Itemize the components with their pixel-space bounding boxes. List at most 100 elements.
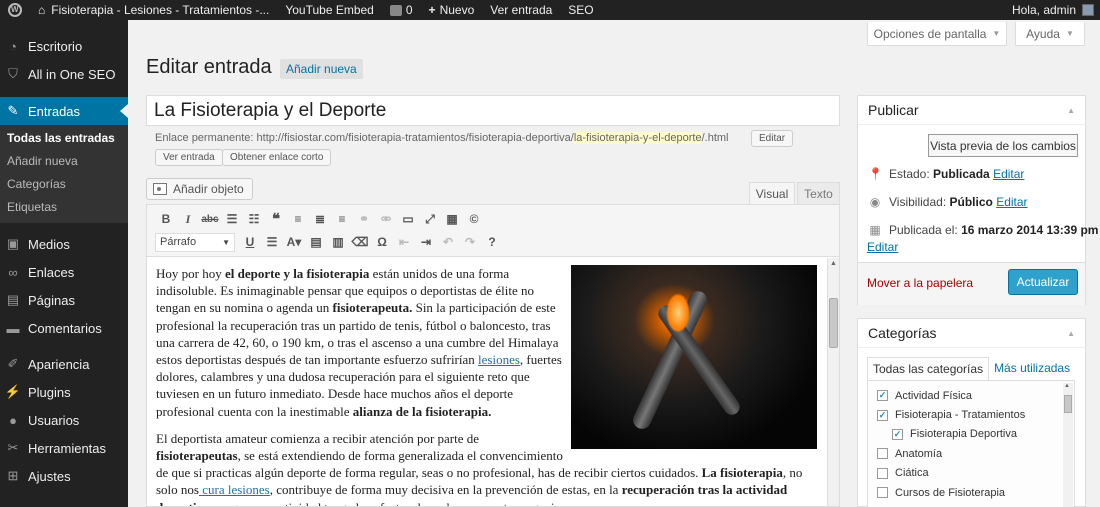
post-content[interactable]: Hoy por hoy el deporte y la fisioterapia… — [147, 258, 827, 506]
sidebar-item-enlaces[interactable]: ∞ Enlaces — [0, 258, 128, 286]
submenu-categorias[interactable]: Categorías — [0, 173, 128, 196]
special-character-icon[interactable]: Ω — [371, 232, 393, 252]
editor-scroll-thumb[interactable] — [829, 298, 838, 348]
sidebar-item-paginas[interactable]: ▤ Páginas — [0, 286, 128, 314]
add-new-button[interactable]: Añadir nueva — [280, 59, 363, 79]
submenu-etiquetas[interactable]: Etiquetas — [0, 196, 128, 219]
edit-date-link[interactable]: Editar — [867, 240, 898, 254]
strikethrough-icon[interactable]: abc — [199, 209, 221, 229]
text-color-icon[interactable]: A▾ — [283, 232, 305, 252]
comments-link[interactable]: 0 — [382, 0, 421, 20]
youtube-embed-link[interactable]: YouTube Embed — [277, 0, 382, 20]
sidebar-item-escritorio[interactable]: ◔ Escritorio — [0, 32, 128, 60]
category-checkbox[interactable] — [877, 467, 888, 479]
post-title-input[interactable]: La Fisioterapia y el Deporte — [146, 95, 840, 126]
align-center-icon[interactable]: ≣ — [309, 209, 331, 229]
plugin-c-icon[interactable]: © — [463, 209, 485, 229]
underline-icon[interactable]: U — [239, 232, 261, 252]
category-checkbox[interactable] — [877, 487, 888, 499]
collapse-arrow-icon[interactable]: ▲ — [1067, 329, 1075, 338]
content-link[interactable]: cura lesiones — [199, 482, 270, 497]
paste-word-icon[interactable]: ▥ — [327, 232, 349, 252]
permalink-slug[interactable]: la-fisioterapia-y-el-deporte — [573, 132, 702, 144]
justify-icon[interactable]: ☰ — [261, 232, 283, 252]
sidebar-item-seo[interactable]: ⛉ All in One SEO — [0, 60, 128, 88]
edit-status-link[interactable]: Editar — [993, 167, 1024, 181]
submenu-anadir-nueva[interactable]: Añadir nueva — [0, 150, 128, 173]
help-icon[interactable]: ? — [481, 232, 503, 252]
sidebar-item-herramientas[interactable]: ✂ Herramientas — [0, 434, 128, 462]
sidebar-item-usuarios[interactable]: ● Usuarios — [0, 406, 128, 434]
category-item[interactable]: ✓ Fisioterapia - Tratamientos — [877, 405, 1074, 424]
bullet-list-icon[interactable]: ☰ — [221, 209, 243, 229]
sidebar-item-medios[interactable]: ▣ Medios — [0, 230, 128, 258]
tab-all-categories[interactable]: Todas las categorías — [867, 357, 990, 381]
align-left-icon[interactable]: ≡ — [287, 209, 309, 229]
entradas-submenu: Todas las entradas Añadir nueva Categorí… — [0, 125, 128, 223]
screen-options-button[interactable]: Opciones de pantalla ▼ — [867, 22, 1007, 46]
sidebar-item-ajustes[interactable]: ⊞ Ajustes — [0, 462, 128, 490]
get-shortlink-button[interactable]: Obtener enlace corto — [222, 149, 332, 166]
category-checkbox[interactable]: ✓ — [877, 390, 888, 402]
category-checklist: ✓ Actividad Física ✓ Fisioterapia - Tratami… — [867, 380, 1075, 507]
site-name-link[interactable]: ⌂ Fisioterapia - Lesiones - Tratamientos … — [30, 0, 277, 20]
sidebar-item-apariencia[interactable]: ✐ Apariencia — [0, 350, 128, 378]
redo-icon[interactable]: ↷ — [459, 232, 481, 252]
submenu-todas-entradas[interactable]: Todas las entradas — [0, 127, 128, 150]
paste-text-icon[interactable]: ▤ — [305, 232, 327, 252]
category-label: Cursos de Fisioterapia — [895, 486, 1006, 499]
help-button[interactable]: Ayuda ▼ — [1015, 22, 1085, 46]
publish-box-header[interactable]: Publicar ▲ — [858, 96, 1085, 125]
move-to-trash-link[interactable]: Mover a la papelera — [867, 276, 973, 290]
view-post-link[interactable]: Ver entrada — [482, 0, 560, 20]
read-more-icon[interactable]: ▭ — [397, 209, 419, 229]
edit-visibility-link[interactable]: Editar — [996, 195, 1027, 209]
seo-menu[interactable]: SEO — [560, 0, 601, 20]
edit-slug-button[interactable]: Editar — [751, 130, 794, 147]
tab-most-used[interactable]: Más utilizadas — [989, 357, 1075, 381]
bold-icon[interactable]: B — [155, 209, 177, 229]
blockquote-icon[interactable]: ❝ — [265, 209, 287, 229]
sidebar-item-entradas[interactable]: ✎ Entradas — [0, 97, 128, 125]
category-item[interactable]: Cursos de Fisioterapia — [877, 483, 1074, 502]
view-post-button[interactable]: Ver entrada — [155, 149, 223, 166]
fullscreen-icon[interactable]: ⤢ — [419, 209, 441, 229]
category-item[interactable]: ✓ Actividad Física — [877, 386, 1074, 405]
collapse-arrow-icon[interactable]: ▲ — [1067, 106, 1075, 115]
add-media-button[interactable]: Añadir objeto — [146, 178, 253, 200]
category-item[interactable]: Ciática — [877, 464, 1074, 483]
new-content-menu[interactable]: + Nuevo — [421, 0, 483, 20]
tab-visual[interactable]: Visual — [749, 182, 795, 204]
editor-scrollbar[interactable]: ▲ — [827, 258, 839, 506]
tab-text[interactable]: Texto — [797, 182, 840, 204]
kitchen-sink-icon[interactable]: ▦ — [441, 209, 463, 229]
account-menu[interactable]: Hola, admin — [1012, 3, 1100, 17]
outdent-icon[interactable]: ⇤ — [393, 232, 415, 252]
align-right-icon[interactable]: ≡ — [331, 209, 353, 229]
category-checkbox[interactable]: ✓ — [877, 409, 888, 421]
category-scroll-thumb[interactable] — [1064, 395, 1072, 413]
sidebar-item-comentarios[interactable]: ▬ Comentarios — [0, 314, 128, 342]
format-select[interactable]: Párrafo ▼ — [155, 232, 235, 252]
category-checkbox[interactable] — [877, 448, 888, 460]
preview-changes-button[interactable]: Vista previa de los cambios — [928, 134, 1078, 157]
runner-knee-image[interactable] — [571, 265, 817, 449]
numbered-list-icon[interactable]: ☷ — [243, 209, 265, 229]
content-link[interactable]: lesiones — [478, 352, 520, 367]
update-button[interactable]: Actualizar — [1008, 269, 1078, 295]
categories-box-header[interactable]: Categorías ▲ — [858, 319, 1085, 348]
clear-formatting-icon[interactable]: ⌫ — [349, 232, 371, 252]
category-item[interactable]: ✓ Fisioterapia Deportiva — [877, 425, 1074, 444]
wordpress-logo-menu[interactable] — [0, 0, 30, 20]
scroll-up-icon[interactable]: ▲ — [1064, 383, 1070, 389]
italic-icon[interactable]: I — [177, 209, 199, 229]
scroll-up-icon[interactable]: ▲ — [830, 260, 837, 267]
insert-link-icon[interactable]: ⚭ — [353, 209, 375, 229]
category-scrollbar[interactable]: ▲ — [1063, 383, 1073, 507]
sidebar-item-plugins[interactable]: ⚡ Plugins — [0, 378, 128, 406]
undo-icon[interactable]: ↶ — [437, 232, 459, 252]
unlink-icon[interactable]: ⚮ — [375, 209, 397, 229]
category-checkbox[interactable]: ✓ — [892, 428, 903, 440]
category-item[interactable]: Anatomía — [877, 444, 1074, 463]
indent-icon[interactable]: ⇥ — [415, 232, 437, 252]
